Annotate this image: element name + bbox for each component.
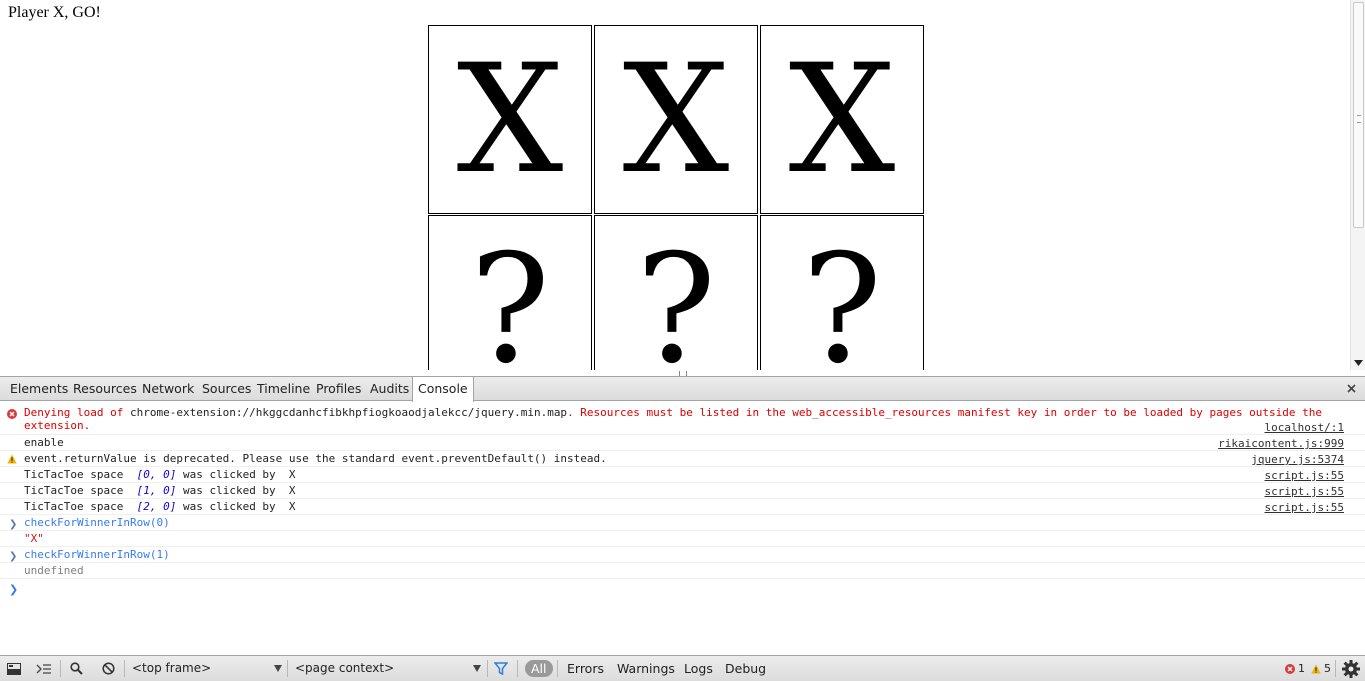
console-prompt[interactable]: ❯ xyxy=(0,579,1365,599)
console-result: undefined xyxy=(0,563,1365,579)
board-cell-0-1[interactable]: ? xyxy=(428,215,592,370)
frame-select[interactable]: <top frame> xyxy=(128,660,286,677)
board-cell-1-1[interactable]: ? xyxy=(594,215,758,370)
tab-timeline[interactable]: Timeline xyxy=(252,377,315,401)
warning-icon xyxy=(7,454,17,464)
message-counts[interactable]: 1 5 xyxy=(1285,660,1331,677)
result-text: undefined xyxy=(24,564,84,577)
scroll-down-arrow-icon[interactable] xyxy=(1351,356,1365,370)
devtools-tabbar: Elements Resources Network Sources Timel… xyxy=(0,377,1365,402)
error-count: 1 xyxy=(1298,662,1305,675)
tab-sources[interactable]: Sources xyxy=(197,377,256,401)
separator xyxy=(287,660,288,677)
filter-debug[interactable]: Debug xyxy=(719,660,772,677)
warning-count-icon xyxy=(1311,664,1321,673)
console-command: ❯ checkForWinnerInRow(0) xyxy=(0,515,1365,531)
console-log-message: enable rikaicontent.js:999 xyxy=(0,435,1365,451)
prompt-chevron-icon: ❯ xyxy=(9,583,19,596)
separator xyxy=(517,660,518,677)
tab-resources[interactable]: Resources xyxy=(68,377,142,401)
command-text: checkForWinnerInRow(0) xyxy=(24,516,170,529)
console-log-message: TicTacToe space [0, 0] was clicked by X … xyxy=(0,467,1365,483)
console-warning-message: event.returnValue is deprecated. Please … xyxy=(0,451,1365,467)
devtools-statusbar: <top frame> <page context> All Errors Wa… xyxy=(0,655,1365,681)
log-text: enable xyxy=(24,436,64,449)
warning-text: event.returnValue is deprecated. Please … xyxy=(24,452,607,465)
board-cell-2-1[interactable]: ? xyxy=(760,215,924,370)
filter-warnings[interactable]: Warnings xyxy=(611,660,681,677)
source-link[interactable]: script.js:55 xyxy=(1265,501,1344,514)
filter-all[interactable]: All xyxy=(525,660,553,677)
context-select-value: <page context> xyxy=(295,661,395,675)
log-text: was clicked by X xyxy=(176,484,296,497)
chevron-down-icon xyxy=(274,665,282,672)
scrollbar-thumb[interactable] xyxy=(1353,2,1364,228)
separator xyxy=(1335,660,1336,677)
player-status: Player X, GO! xyxy=(8,4,101,21)
gear-icon[interactable] xyxy=(1341,659,1361,679)
context-select[interactable]: <page context> xyxy=(291,660,485,677)
tab-audits[interactable]: Audits xyxy=(365,377,414,401)
console-error-message: Denying load of chrome-extension://hkggc… xyxy=(0,406,1365,435)
close-icon[interactable] xyxy=(1343,380,1359,396)
filter-errors[interactable]: Errors xyxy=(561,660,610,677)
source-link[interactable]: localhost/:1 xyxy=(1265,421,1344,434)
source-link[interactable]: script.js:55 xyxy=(1265,469,1344,482)
devtools-panel: Elements Resources Network Sources Timel… xyxy=(0,376,1365,681)
log-text: was clicked by X xyxy=(176,500,296,513)
log-text: TicTacToe space xyxy=(24,468,137,481)
page-scrollbar[interactable] xyxy=(1350,0,1365,370)
source-link[interactable]: rikaicontent.js:999 xyxy=(1218,437,1344,450)
log-coord: [1, 0] xyxy=(136,484,177,497)
board-cell-1-0[interactable]: X xyxy=(594,25,758,214)
command-text: checkForWinnerInRow(1) xyxy=(24,548,170,561)
console-log-message: TicTacToe space [2, 0] was clicked by X … xyxy=(0,499,1365,515)
dock-toggle-icon[interactable] xyxy=(4,660,24,677)
console-messages: Denying load of chrome-extension://hkggc… xyxy=(0,402,1365,655)
error-count-icon xyxy=(1285,663,1295,674)
board-cell-0-0[interactable]: X xyxy=(428,25,592,214)
separator xyxy=(124,660,125,677)
console-command: ❯ checkForWinnerInRow(1) xyxy=(0,547,1365,563)
result-text: "X" xyxy=(24,532,44,545)
error-url: chrome-extension://hkggcdanhcfibkhpfiogk… xyxy=(129,406,568,419)
show-drawer-icon[interactable] xyxy=(34,660,54,677)
tab-elements[interactable]: Elements xyxy=(5,377,73,401)
error-icon xyxy=(7,409,17,419)
scrollbar-grip xyxy=(1357,115,1361,123)
page-viewport: Player X, GO! X X X ? ? ? xyxy=(0,0,1365,370)
chevron-right-icon: ❯ xyxy=(9,519,18,530)
log-coord: [2, 0] xyxy=(136,500,177,513)
separator xyxy=(60,660,61,677)
search-icon[interactable] xyxy=(66,660,86,677)
filter-icon[interactable] xyxy=(491,660,511,677)
separator xyxy=(487,660,488,677)
chevron-right-icon: ❯ xyxy=(9,551,18,562)
frame-select-value: <top frame> xyxy=(132,661,212,675)
error-text-prefix: Denying load of xyxy=(24,406,130,419)
log-text: TicTacToe space xyxy=(24,484,137,497)
separator xyxy=(557,660,558,677)
source-link[interactable]: jquery.js:5374 xyxy=(1251,453,1344,466)
warning-count: 5 xyxy=(1324,662,1331,675)
log-text: TicTacToe space xyxy=(24,500,137,513)
source-link[interactable]: script.js:55 xyxy=(1265,485,1344,498)
tab-profiles[interactable]: Profiles xyxy=(311,377,366,401)
board-cell-2-0[interactable]: X xyxy=(760,25,924,214)
chevron-down-icon xyxy=(473,665,481,672)
tab-console[interactable]: Console xyxy=(412,377,474,402)
console-log-message: TicTacToe space [1, 0] was clicked by X … xyxy=(0,483,1365,499)
filter-logs[interactable]: Logs xyxy=(678,660,719,677)
log-coord: [0, 0] xyxy=(136,468,177,481)
console-result: "X" xyxy=(0,531,1365,547)
log-text: was clicked by X xyxy=(176,468,296,481)
tab-network[interactable]: Network xyxy=(137,377,199,401)
clear-console-icon[interactable] xyxy=(98,660,118,677)
